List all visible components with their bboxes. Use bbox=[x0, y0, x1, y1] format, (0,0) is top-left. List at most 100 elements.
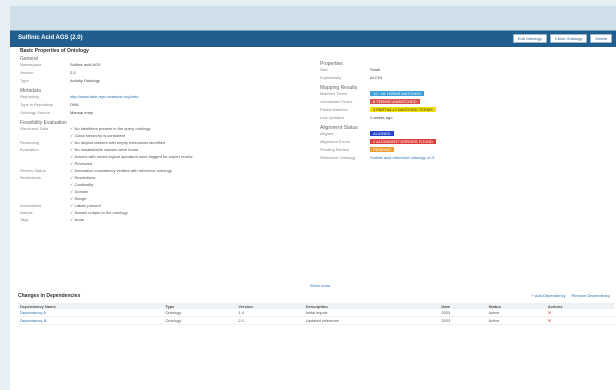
properties-row: Size Small bbox=[320, 67, 610, 75]
repository-link[interactable]: http://www.fake-repo.example.org/onto bbox=[70, 94, 138, 99]
metadata-row: Repository http://www.fake-repo.example.… bbox=[20, 94, 305, 102]
mapping-value: 2 weeks ago bbox=[370, 115, 393, 120]
table-cell: 1.0 bbox=[236, 309, 304, 317]
dependency-name-link[interactable]: Dependency A bbox=[18, 309, 164, 317]
properties-label: Expressivity bbox=[320, 75, 342, 80]
page: Sulfinic Acid AGS (2.0) Edit Ontology Cl… bbox=[10, 0, 616, 390]
partial-badge: 3 PARTIALLY MATCHED TERMS bbox=[370, 107, 436, 112]
feasibility-row: Structured Data ✓ No identifiers present … bbox=[20, 126, 305, 133]
aligned-badge: ALIGNED bbox=[370, 131, 394, 136]
general-label: Version bbox=[20, 70, 34, 75]
alignment-label: Alignment Errors bbox=[320, 139, 350, 144]
alignment-row: Reference Ontology Sulfinic acid referen… bbox=[320, 155, 610, 163]
feasibility-check: ✓ Names unique to the ontology bbox=[70, 210, 128, 215]
mapping-label: Unmatched Terms bbox=[320, 99, 353, 104]
feasibility-label bbox=[20, 154, 70, 161]
feasibility-label bbox=[20, 161, 70, 168]
table-cell: Active bbox=[486, 309, 546, 317]
properties-row: Expressivity ALCHI bbox=[320, 75, 610, 83]
mapping-label: Matched Terms bbox=[320, 91, 348, 96]
feasibility-row: Evaluation ✓ No unsatisfiable classes wer… bbox=[20, 147, 305, 154]
pending-badge: PENDING bbox=[370, 147, 395, 152]
feasibility-check: ✓ Axioms with mixed logical operators we… bbox=[70, 154, 193, 159]
table-cell: 2.1 bbox=[236, 316, 304, 325]
changes-table: Dependency Name Type Version Description… bbox=[18, 303, 614, 325]
alignment-errors-badge: 2 ALIGNMENT ERRORS FOUND bbox=[370, 139, 436, 144]
alignment-row: Pending Review PENDING bbox=[320, 147, 610, 155]
feasibility-row: Restrictions ✓ Restrictions bbox=[20, 175, 305, 182]
feasibility-label: Evaluation bbox=[20, 147, 39, 152]
dependency-name-link[interactable]: Dependency B bbox=[18, 316, 164, 325]
edit-ontology-button[interactable]: Edit Ontology bbox=[512, 34, 547, 43]
mapping-row: Unmatched Terms 6 TERMS UNMATCHED bbox=[320, 99, 610, 107]
show-more-link[interactable]: Show more bbox=[310, 283, 330, 288]
general-label: Namespace bbox=[20, 62, 42, 67]
properties-value: ALCHI bbox=[370, 75, 382, 80]
general-value: Sulfinic acid AGS bbox=[70, 62, 101, 67]
feasibility-label: Names bbox=[20, 210, 33, 215]
mapping-row: Last Updated 2 weeks ago bbox=[320, 115, 610, 123]
feasibility-check: ✓ No unsatisfiable classes were found bbox=[70, 147, 139, 152]
feasibility-label: Reasoning bbox=[20, 140, 40, 145]
alignment-label: Pending Review bbox=[320, 147, 349, 152]
changes-table-body: Dependency A Ontology 1.0 Initial import 202… bbox=[18, 309, 614, 325]
alignment-label: Aligned bbox=[320, 131, 334, 136]
feasibility-row: Review Status ✓ Annotation consistency ve… bbox=[20, 168, 305, 175]
feasibility-row: ✓ Range bbox=[20, 196, 305, 203]
add-dependency-link[interactable]: + Add Dependency bbox=[532, 293, 566, 298]
alignment-row: Alignment Errors 2 ALIGNMENT ERRORS FOUN… bbox=[320, 139, 610, 147]
feasibility-label bbox=[20, 189, 70, 196]
matched-badge: 12 / 18 TERMS MATCHED bbox=[370, 91, 424, 96]
feasibility-label: Tags bbox=[20, 217, 29, 222]
feasibility-check: ✓ Domain bbox=[70, 189, 89, 194]
metadata-label: Type in Repository bbox=[20, 102, 54, 107]
remove-dependency-link[interactable]: Remove Dependency bbox=[572, 293, 610, 298]
feasibility-label: Structured Data bbox=[20, 126, 49, 131]
mapping-row: Partial Matches 3 PARTIALLY MATCHED TERM… bbox=[320, 107, 610, 115]
general-row: Version 2.0 bbox=[20, 70, 305, 78]
metadata-label: Repository bbox=[20, 94, 40, 99]
feasibility-row: Names ✓ Names unique to the ontology bbox=[20, 210, 305, 217]
row-actions: ✕ bbox=[545, 316, 614, 325]
feasibility-row: ✓ Axioms with mixed logical operators we… bbox=[20, 154, 305, 161]
general-label: Type bbox=[20, 78, 29, 83]
delete-row-icon[interactable]: ✕ bbox=[548, 318, 551, 323]
general-value: Activity Ontology bbox=[70, 78, 100, 83]
unmatched-badge: 6 TERMS UNMATCHED bbox=[370, 99, 420, 104]
feasibility-check: ✓ Range bbox=[70, 196, 87, 201]
table-cell: Active bbox=[486, 316, 546, 325]
table-cell: 2023 bbox=[439, 316, 487, 325]
feasibility-check: ✓ Labels present bbox=[70, 203, 101, 208]
mapping-label: Partial Matches bbox=[320, 107, 348, 112]
feasibility-check: ✓ None bbox=[70, 217, 85, 222]
metadata-row: Type in Repository OWL bbox=[20, 102, 305, 110]
table-row: Dependency B Ontology 2.1 Updated reference… bbox=[18, 316, 614, 325]
feasibility-check: ✓ No identifiers present in the query on… bbox=[70, 126, 151, 131]
feasibility-row: ✓ Domain bbox=[20, 189, 305, 196]
delete-row-icon[interactable]: ✕ bbox=[548, 310, 551, 315]
feasibility-check: ✓ Reviewed bbox=[70, 161, 93, 166]
basic-properties-heading: Basic Properties of Ontology bbox=[20, 48, 89, 54]
feasibility-check: ✓ Restrictions bbox=[70, 175, 96, 180]
feasibility-label: Review Status bbox=[20, 168, 46, 173]
changes-heading: Changes in Dependencies bbox=[18, 293, 81, 299]
properties-label: Size bbox=[320, 67, 328, 72]
feasibility-label: Annotations bbox=[20, 203, 42, 208]
feasibility-label: Restrictions bbox=[20, 175, 41, 180]
reference-ontology-link[interactable]: Sulfinic acid reference ontology v1.3 bbox=[370, 155, 434, 160]
alignment-label: Reference Ontology bbox=[320, 155, 356, 160]
feasibility-label bbox=[20, 196, 70, 203]
feasibility-row: ✓ Class hierarchy is consistent bbox=[20, 133, 305, 140]
delete-button[interactable]: Delete bbox=[590, 34, 612, 43]
metadata-value: OWL bbox=[70, 102, 80, 107]
row-actions: ✕ bbox=[545, 309, 614, 317]
feasibility-label bbox=[20, 182, 70, 189]
table-cell: Ontology bbox=[163, 309, 237, 317]
table-cell: Ontology bbox=[163, 316, 237, 325]
clone-ontology-button[interactable]: Clone Ontology bbox=[549, 34, 588, 43]
feasibility-check: ✓ Class hierarchy is consistent bbox=[70, 133, 126, 138]
table-cell: Initial import bbox=[303, 309, 440, 317]
header-actions: Edit Ontology Clone Ontology Delete bbox=[512, 34, 612, 43]
feasibility-label bbox=[20, 133, 70, 140]
feasibility-check: ✓ Annotation consistency verified with r… bbox=[70, 168, 172, 173]
